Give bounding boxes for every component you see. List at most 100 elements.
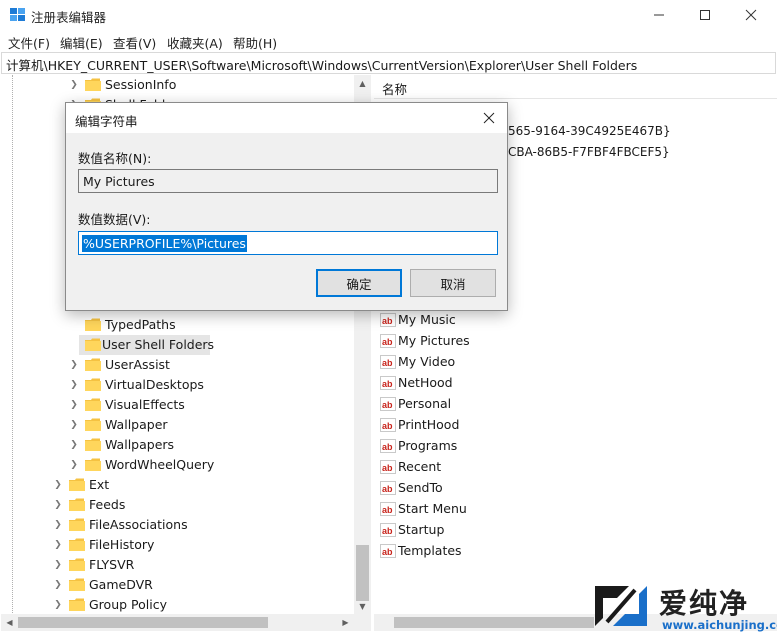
window-title: 注册表编辑器 bbox=[31, 10, 107, 25]
svg-text:ab: ab bbox=[382, 421, 393, 431]
tree-item-fileassociations[interactable]: ❯ FileAssociations bbox=[53, 515, 349, 535]
scroll-up-arrow-icon[interactable]: ▲ bbox=[354, 75, 371, 92]
chevron-right-icon[interactable]: ❯ bbox=[69, 358, 79, 372]
menu-view[interactable]: 查看(V) bbox=[113, 33, 156, 52]
minimize-icon bbox=[654, 14, 664, 16]
chevron-right-icon[interactable]: ❯ bbox=[53, 598, 63, 612]
value-row-label: Start Menu bbox=[398, 501, 467, 516]
menu-favorites[interactable]: 收藏夹(A) bbox=[167, 33, 223, 52]
chevron-right-icon[interactable]: ❯ bbox=[53, 578, 63, 592]
value-data-input[interactable]: %USERPROFILE%\Pictures bbox=[78, 231, 498, 255]
chevron-right-icon[interactable]: ❯ bbox=[69, 398, 79, 412]
tree-item-wallpapers[interactable]: ❯ Wallpapers bbox=[69, 435, 349, 455]
value-data-label: 数值数据(V): bbox=[78, 212, 151, 227]
svg-text:ab: ab bbox=[382, 463, 393, 473]
string-value-icon: ab bbox=[380, 376, 396, 390]
folder-icon bbox=[69, 598, 85, 611]
menu-help[interactable]: 帮助(H) bbox=[233, 33, 277, 52]
folder-icon bbox=[85, 398, 101, 411]
menu-bar: 文件(F) 编辑(E) 查看(V) 收藏夹(A) 帮助(H) bbox=[0, 30, 777, 52]
tree-item-label: FileHistory bbox=[89, 537, 155, 552]
svg-text:ab: ab bbox=[382, 400, 393, 410]
tree-item-ext[interactable]: ❯ Ext bbox=[53, 475, 349, 495]
tree-item-wordwheelquery[interactable]: ❯ WordWheelQuery bbox=[69, 455, 349, 475]
value-name-label: 数值名称(N): bbox=[78, 151, 152, 166]
chevron-right-icon[interactable]: ❯ bbox=[53, 498, 63, 512]
chevron-right-icon[interactable]: ❯ bbox=[53, 518, 63, 532]
folder-icon bbox=[85, 418, 101, 431]
tree-item-group-policy[interactable]: ❯ Group Policy bbox=[53, 595, 349, 615]
chevron-right-icon[interactable]: ❯ bbox=[53, 538, 63, 552]
tree-item-label: FileAssociations bbox=[89, 517, 188, 532]
tree-item-wallpaper[interactable]: ❯ Wallpaper bbox=[69, 415, 349, 435]
chevron-right-icon[interactable]: ❯ bbox=[69, 458, 79, 472]
minimize-button[interactable] bbox=[636, 0, 682, 30]
tree-item-label: VisualEffects bbox=[105, 397, 185, 412]
tree-item-gamedvr[interactable]: ❯ GameDVR bbox=[53, 575, 349, 595]
tree-item[interactable]: ❯ SessionInfo bbox=[69, 75, 349, 95]
maximize-button[interactable] bbox=[682, 0, 728, 30]
aichunjing-watermark: 爱纯净 www.aichunjing.com bbox=[585, 578, 777, 635]
tree-item-visualeffects[interactable]: ❯ VisualEffects bbox=[69, 395, 349, 415]
folder-icon bbox=[85, 438, 101, 451]
chevron-right-icon[interactable]: ❯ bbox=[69, 78, 79, 92]
tree-item-label: VirtualDesktops bbox=[105, 377, 204, 392]
value-row-partial[interactable]: CBA-86B5-F7FBF4FBCEF5} bbox=[508, 145, 670, 159]
tree-item-filehistory[interactable]: ❯ FileHistory bbox=[53, 535, 349, 555]
chevron-right-icon[interactable]: ❯ bbox=[53, 558, 63, 572]
value-row-partial[interactable]: 565-9164-39C4925E467B} bbox=[508, 124, 671, 138]
tree-item-userassist[interactable]: ❯ UserAssist bbox=[69, 355, 349, 375]
value-name-text: My Pictures bbox=[83, 174, 155, 189]
string-value-icon: ab bbox=[380, 502, 396, 516]
chevron-right-icon[interactable]: ❯ bbox=[69, 418, 79, 432]
cancel-button[interactable]: 取消 bbox=[410, 269, 496, 297]
dialog-close-button[interactable] bbox=[477, 107, 501, 129]
value-row-label: Programs bbox=[398, 438, 458, 453]
tree-item-user-shell-folders[interactable]: User Shell Folders bbox=[79, 335, 214, 355]
scroll-thumb[interactable] bbox=[394, 617, 594, 628]
string-value-icon: ab bbox=[380, 523, 396, 537]
string-value-icon: ab bbox=[380, 544, 396, 558]
folder-icon bbox=[69, 498, 85, 511]
tree-item-typedpaths[interactable]: TypedPaths bbox=[69, 315, 349, 335]
string-value-icon: ab bbox=[380, 481, 396, 495]
tree-item-label: TypedPaths bbox=[105, 317, 176, 332]
value-row-label: SendTo bbox=[398, 480, 443, 495]
dialog-title-bar: 编辑字符串 bbox=[66, 103, 507, 133]
regedit-app-icon bbox=[10, 8, 25, 21]
tree-horizontal-scrollbar[interactable]: ◀ ▶ bbox=[1, 614, 371, 631]
scroll-down-arrow-icon[interactable]: ▼ bbox=[354, 598, 371, 615]
menu-edit[interactable]: 编辑(E) bbox=[60, 33, 103, 52]
close-icon bbox=[483, 112, 495, 124]
scroll-left-arrow-icon[interactable]: ◀ bbox=[1, 614, 18, 631]
svg-text:ab: ab bbox=[382, 358, 393, 368]
tree-item-flysvr[interactable]: ❯ FLYSVR bbox=[53, 555, 349, 575]
tree-item-label: SessionInfo bbox=[105, 77, 177, 92]
watermark-url: www.aichunjing.com bbox=[662, 618, 777, 632]
chevron-right-icon[interactable]: ❯ bbox=[69, 378, 79, 392]
scroll-right-arrow-icon[interactable]: ▶ bbox=[337, 614, 354, 631]
string-value-icon: ab bbox=[380, 439, 396, 453]
value-row-label: Startup bbox=[398, 522, 445, 537]
menu-file[interactable]: 文件(F) bbox=[8, 33, 50, 52]
address-bar[interactable]: 计算机\HKEY_CURRENT_USER\Software\Microsoft… bbox=[1, 52, 776, 74]
chevron-right-icon[interactable]: ❯ bbox=[69, 438, 79, 452]
tree-item-label: Wallpapers bbox=[105, 437, 175, 452]
column-header-label: 名称 bbox=[382, 82, 408, 97]
tree-item-feeds[interactable]: ❯ Feeds bbox=[53, 495, 349, 515]
tree-item-label: UserAssist bbox=[105, 357, 170, 372]
tree-item-label: Feeds bbox=[89, 497, 126, 512]
string-value-icon: ab bbox=[380, 397, 396, 411]
close-button[interactable] bbox=[728, 0, 774, 30]
folder-icon bbox=[85, 318, 101, 331]
value-row-label: Recent bbox=[398, 459, 442, 474]
tree-item-virtualdesktops[interactable]: ❯ VirtualDesktops bbox=[69, 375, 349, 395]
chevron-right-icon[interactable]: ❯ bbox=[53, 478, 63, 492]
column-header-name[interactable]: 名称 bbox=[374, 75, 777, 99]
svg-text:ab: ab bbox=[382, 337, 393, 347]
scroll-thumb[interactable] bbox=[356, 545, 369, 601]
ok-button[interactable]: 确定 bbox=[316, 269, 402, 297]
value-row-label: Templates bbox=[398, 543, 462, 558]
svg-text:ab: ab bbox=[382, 442, 393, 452]
scroll-thumb[interactable] bbox=[18, 617, 268, 628]
